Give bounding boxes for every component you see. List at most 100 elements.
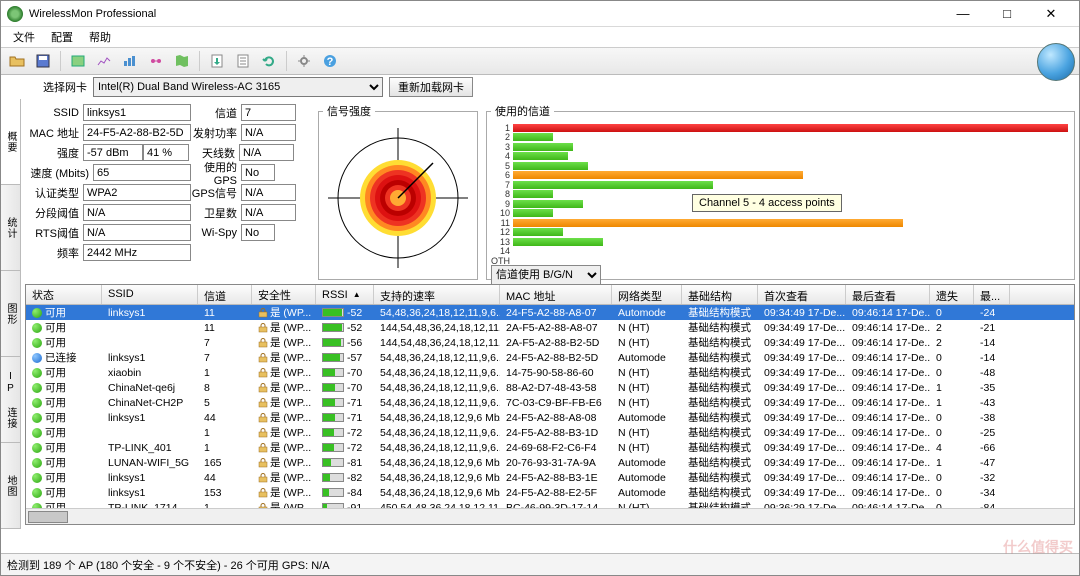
col-rate[interactable]: 支持的速率 (374, 285, 500, 304)
table-row[interactable]: 可用7是 (WP...-56144,54,48,36,24,18,12,11..… (26, 335, 1074, 350)
channel-mode-select[interactable]: 信道使用 B/G/N (491, 265, 601, 285)
vertical-tabs: 概要 统计 图形 IP 连接 地图 (1, 99, 21, 529)
refresh-icon[interactable] (257, 50, 281, 72)
adapter-select[interactable]: Intel(R) Dual Band Wireless-AC 3165 (93, 77, 383, 97)
vtab-stats[interactable]: 统计 (1, 185, 20, 271)
table-row[interactable]: 可用linksys144是 (WP...-7154,48,36,24,18,12… (26, 410, 1074, 425)
menu-bar: 文件 配置 帮助 (1, 27, 1079, 47)
grid-body[interactable]: 可用linksys111是 (WP...-5254,48,36,24,18,12… (26, 305, 1074, 508)
mac-label: MAC 地址 (25, 125, 83, 141)
col-ssid[interactable]: SSID (102, 285, 198, 304)
table-row[interactable]: 可用11是 (WP...-52144,54,48,36,24,18,12,11.… (26, 320, 1074, 335)
radar-gauge (323, 123, 473, 273)
status-dot-icon (32, 473, 42, 483)
ssid-field[interactable] (83, 104, 191, 121)
close-button[interactable]: ✕ (1029, 2, 1073, 26)
svg-text:?: ? (327, 56, 334, 68)
str-label: 强度 (25, 145, 83, 161)
spd-label: 速度 (Mbits) (25, 165, 93, 181)
vtab-summary[interactable]: 概要 (1, 99, 20, 185)
gpsu-label: 使用的GPS (191, 159, 241, 187)
gpss-field[interactable] (241, 184, 296, 201)
table-row[interactable]: 可用LUNAN-WIFI_5G165是 (WP...-8154,48,36,24… (26, 455, 1074, 470)
freq-field[interactable] (83, 244, 191, 261)
status-dot-icon (32, 308, 42, 318)
scrollbar-thumb[interactable] (28, 511, 68, 523)
chan-field[interactable] (241, 104, 296, 121)
menu-help[interactable]: 帮助 (81, 27, 119, 47)
table-row[interactable]: 可用xiaobin1是 (WP...-7054,48,36,24,18,12,1… (26, 365, 1074, 380)
col-status[interactable]: 状态 (26, 285, 102, 304)
log-icon[interactable] (231, 50, 255, 72)
col-last[interactable]: 最后查看 (846, 285, 930, 304)
col-chan[interactable]: 信道 (198, 285, 252, 304)
wispy-field[interactable] (241, 224, 275, 241)
auth-label: 认证类型 (25, 185, 83, 201)
ssid-label: SSID (25, 107, 83, 119)
connections-icon[interactable] (144, 50, 168, 72)
status-dot-icon (32, 428, 42, 438)
frag-field[interactable] (83, 204, 191, 221)
menu-config[interactable]: 配置 (43, 27, 81, 47)
spd-field[interactable] (93, 164, 191, 181)
col-infra[interactable]: 基础结构 (682, 285, 758, 304)
col-first[interactable]: 首次查看 (758, 285, 846, 304)
table-row[interactable]: 可用linksys144是 (WP...-8254,48,36,24,18,12… (26, 470, 1074, 485)
col-sec[interactable]: 安全性 (252, 285, 316, 304)
app-icon (7, 6, 23, 22)
col-lost[interactable]: 遗失 (930, 285, 974, 304)
channel-bars: 1234567891011121314OTH (491, 123, 1070, 263)
settings-icon[interactable] (292, 50, 316, 72)
table-row[interactable]: 可用linksys1153是 (WP...-8454,48,36,24,18,1… (26, 485, 1074, 500)
save-icon[interactable] (31, 50, 55, 72)
txp-label: 发射功率 (191, 125, 241, 141)
sat-field[interactable] (241, 204, 296, 221)
col-net[interactable]: 网络类型 (612, 285, 682, 304)
col-max[interactable]: 最... (974, 285, 1010, 304)
export-icon[interactable] (205, 50, 229, 72)
table-row[interactable]: 可用TP-LINK_17141是 (WP...-91450,54,48,36,2… (26, 500, 1074, 508)
rts-field[interactable] (83, 224, 191, 241)
vtab-map[interactable]: 地图 (1, 443, 20, 529)
sat-label: 卫星数 (191, 205, 241, 221)
txp-field[interactable] (241, 124, 296, 141)
table-row[interactable]: 可用ChinaNet-qe6j8是 (WP...-7054,48,36,24,1… (26, 380, 1074, 395)
radar-title: 信号强度 (323, 103, 375, 119)
auth-field[interactable] (83, 184, 191, 201)
channel-tooltip: Channel 5 - 4 access points (692, 194, 842, 212)
vtab-graph[interactable]: 图形 (1, 271, 20, 357)
ant-field[interactable] (239, 144, 294, 161)
str-field[interactable] (83, 144, 143, 161)
table-row[interactable]: 可用ChinaNet-CH2P5是 (WP...-7154,48,36,24,1… (26, 395, 1074, 410)
vtab-ip[interactable]: IP 连接 (1, 357, 20, 443)
open-icon[interactable] (5, 50, 29, 72)
gpss-label: GPS信号 (191, 185, 241, 201)
map-icon[interactable] (170, 50, 194, 72)
table-row[interactable]: 可用TP-LINK_4011是 (WP...-7254,48,36,24,18,… (26, 440, 1074, 455)
help-icon[interactable]: ? (318, 50, 342, 72)
gpsu-field[interactable] (241, 164, 275, 181)
summary-icon[interactable] (66, 50, 90, 72)
table-row[interactable]: 可用1是 (WP...-7254,48,36,24,18,12,11,9,6..… (26, 425, 1074, 440)
minimize-button[interactable]: — (941, 2, 985, 26)
maximize-button[interactable]: □ (985, 2, 1029, 26)
grid-header: 状态 SSID 信道 安全性 RSSI▲ 支持的速率 MAC 地址 网络类型 基… (26, 285, 1074, 305)
stats-icon[interactable] (92, 50, 116, 72)
sort-asc-icon: ▲ (353, 290, 361, 299)
wispy-label: Wi-Spy (191, 227, 241, 239)
status-dot-icon (32, 338, 42, 348)
adapter-row: 选择网卡 Intel(R) Dual Band Wireless-AC 3165… (1, 75, 1079, 99)
status-dot-icon (32, 458, 42, 468)
pct-field[interactable] (143, 144, 189, 161)
col-rssi[interactable]: RSSI▲ (316, 285, 374, 304)
table-row[interactable]: 可用linksys111是 (WP...-5254,48,36,24,18,12… (26, 305, 1074, 320)
table-row[interactable]: 已连接linksys17是 (WP...-5754,48,36,24,18,12… (26, 350, 1074, 365)
mac-field[interactable] (83, 124, 191, 141)
reload-adapter-button[interactable]: 重新加载网卡 (389, 77, 473, 97)
adapter-label: 选择网卡 (43, 79, 87, 95)
horizontal-scrollbar[interactable] (26, 508, 1074, 524)
menu-file[interactable]: 文件 (5, 27, 43, 47)
graph-icon[interactable] (118, 50, 142, 72)
col-mac[interactable]: MAC 地址 (500, 285, 612, 304)
status-dot-icon (32, 443, 42, 453)
